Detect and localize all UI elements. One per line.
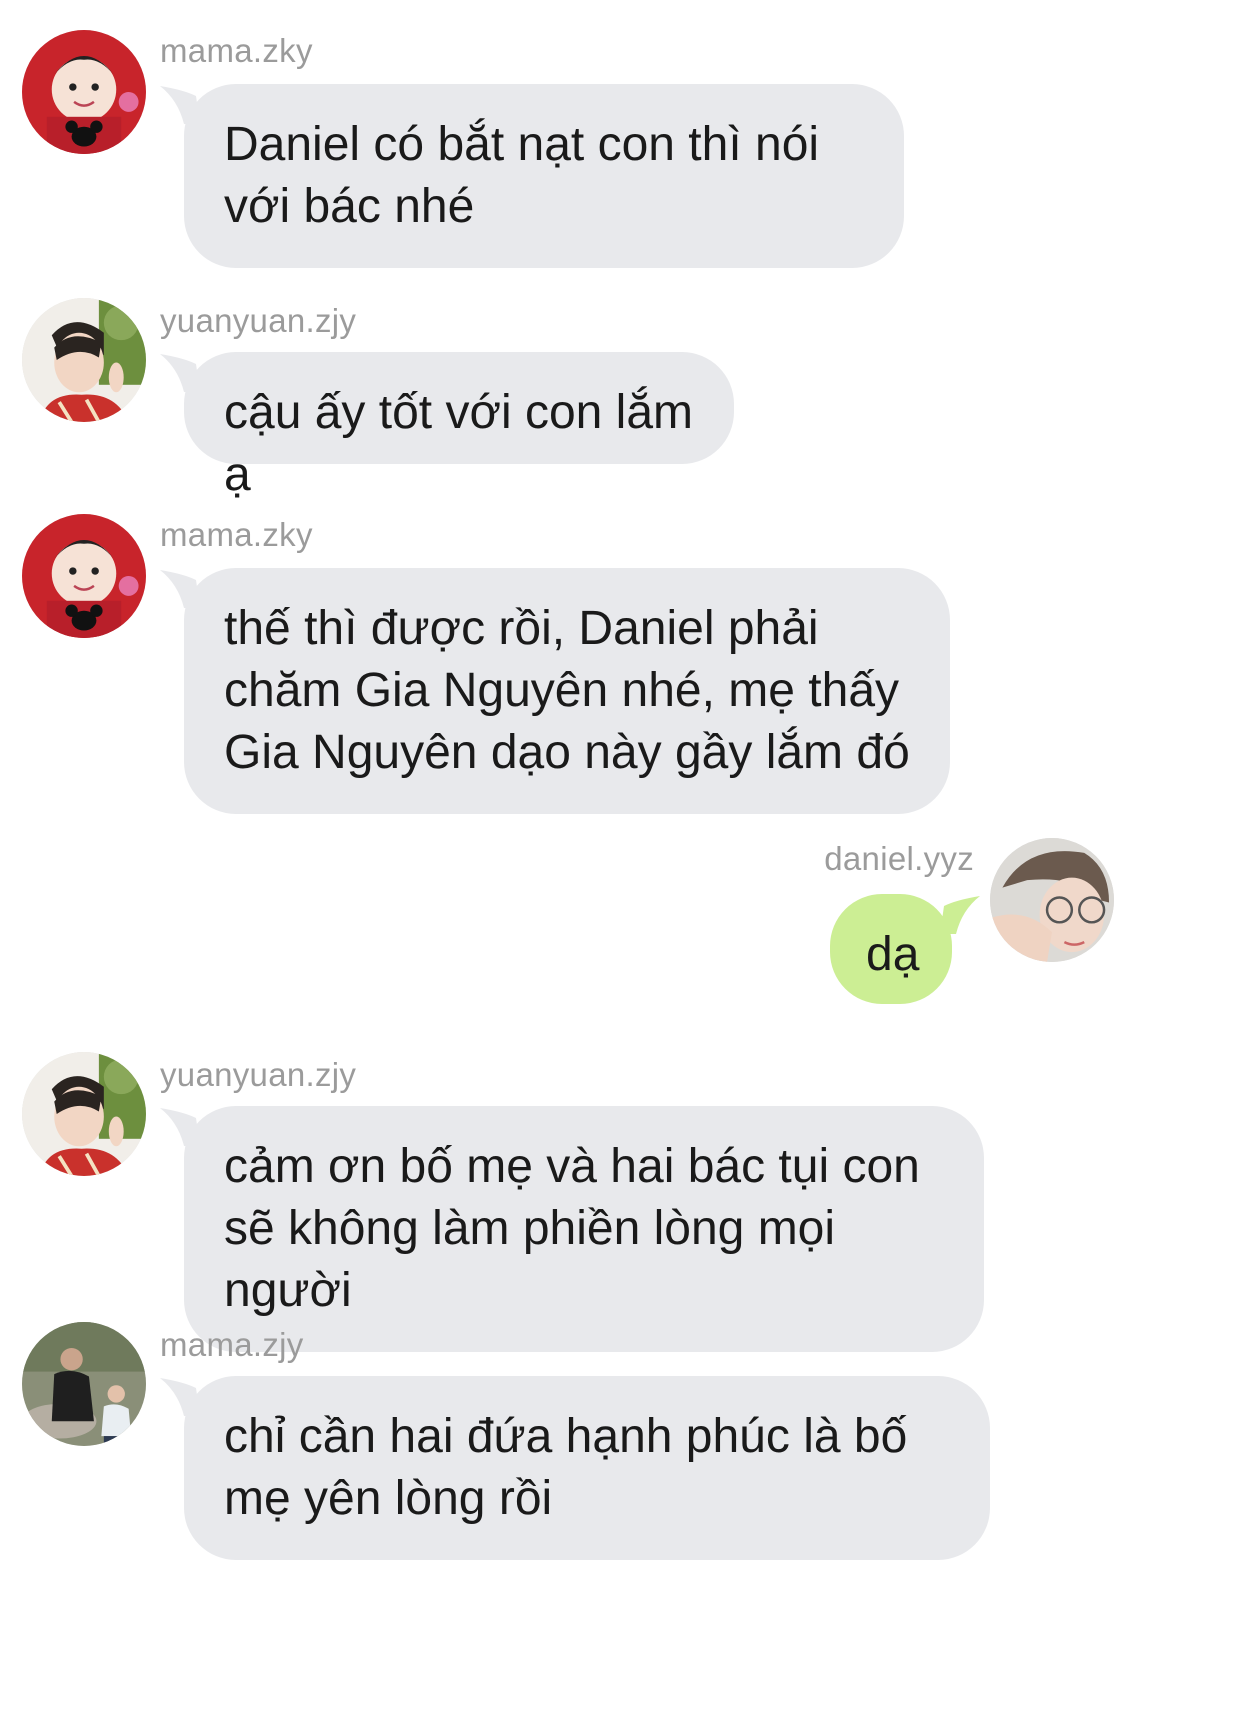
message-bubble[interactable]: chỉ cần hai đứa hạnh phúc là bố mẹ yên l…: [184, 1376, 990, 1560]
sender-username: mama.zky: [160, 516, 313, 553]
family-avatar[interactable]: [22, 1322, 146, 1446]
baby-avatar[interactable]: [22, 30, 146, 154]
glasses-avatar[interactable]: [990, 838, 1114, 962]
boy-avatar[interactable]: [22, 298, 146, 422]
message-bubble[interactable]: thế thì được rồi, Daniel phải chăm Gia N…: [184, 568, 950, 814]
sender-username: yuanyuan.zjy: [160, 302, 357, 339]
baby-avatar[interactable]: [22, 514, 146, 638]
sender-username: daniel.yyz: [824, 840, 974, 877]
message-bubble[interactable]: Daniel có bắt nạt con thì nói với bác nh…: [184, 84, 904, 268]
sender-username: yuanyuan.zjy: [160, 1056, 357, 1093]
message-bubble[interactable]: dạ: [830, 894, 952, 1004]
message-bubble[interactable]: cậu ấy tốt với con lắm ạ: [184, 352, 734, 501]
boy-avatar[interactable]: [22, 1052, 146, 1176]
message-bubble[interactable]: cảm ơn bố mẹ và hai bác tụi con sẽ không…: [184, 1106, 984, 1352]
sender-username: mama.zjy: [160, 1326, 304, 1363]
sender-username: mama.zky: [160, 32, 313, 69]
